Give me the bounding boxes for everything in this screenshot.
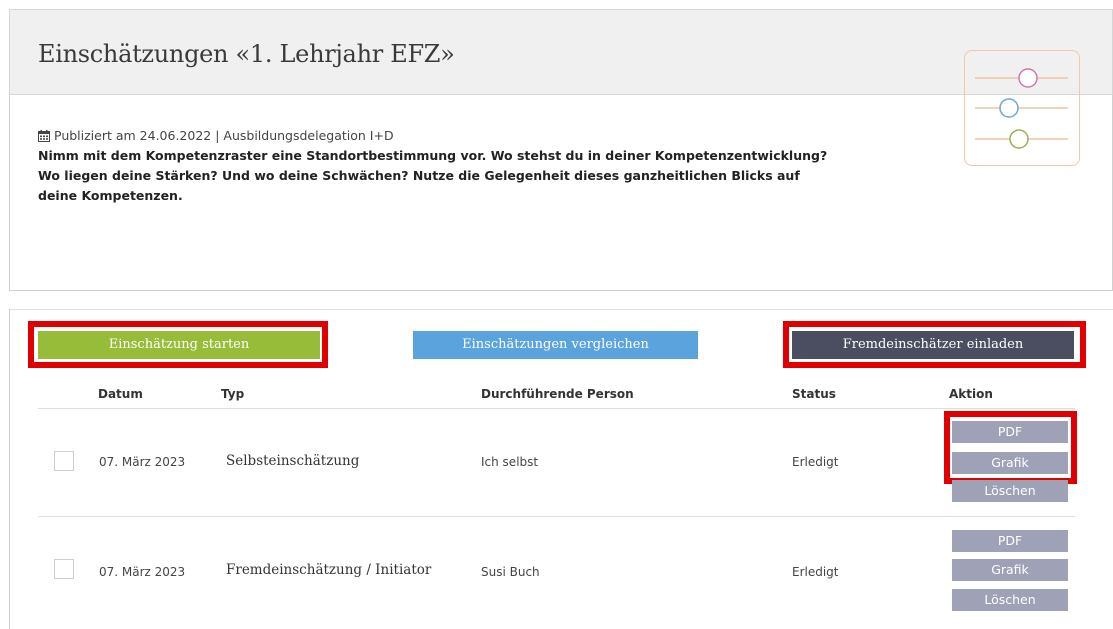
row-type: Fremdeinschätzung / Initiator: [226, 562, 432, 578]
column-header-status: Status: [792, 387, 836, 401]
page-header: Einschätzungen «1. Lehrjahr EFZ»: [9, 9, 1113, 95]
row-checkbox[interactable]: [54, 451, 74, 471]
column-header-date: Datum: [98, 387, 143, 401]
row-checkbox[interactable]: [54, 559, 74, 579]
header-divider: [38, 408, 1075, 409]
row-type: Selbsteinschätzung: [226, 453, 360, 469]
column-header-type: Typ: [221, 387, 245, 401]
pdf-button[interactable]: PDF: [952, 421, 1068, 443]
column-header-person: Durchführende Person: [481, 387, 634, 401]
row-status: Erledigt: [792, 455, 839, 469]
row-person: Ich selbst: [481, 455, 539, 469]
row-date: 07. März 2023: [99, 455, 186, 469]
row-date: 07. März 2023: [99, 565, 186, 579]
description: Nimm mit dem Kompetenzraster eine Stando…: [38, 148, 828, 203]
start-assessment-button[interactable]: Einschätzung starten: [38, 331, 320, 359]
delete-button[interactable]: Löschen: [952, 480, 1068, 502]
compare-assessments-button[interactable]: Einschätzungen vergleichen: [413, 331, 698, 359]
delete-button[interactable]: Löschen: [952, 589, 1068, 611]
row-person: Susi Buch: [481, 565, 540, 579]
publish-meta: Publiziert am 24.06.2022 | Ausbildungsde…: [38, 128, 394, 143]
invite-assessor-button[interactable]: Fremdeinschätzer einladen: [792, 331, 1074, 359]
column-header-action: Aktion: [949, 387, 993, 401]
row-status: Erledigt: [792, 565, 839, 579]
row-divider: [38, 516, 1075, 517]
page-title: Einschätzungen «1. Lehrjahr EFZ»: [38, 40, 455, 68]
info-box: Publiziert am 24.06.2022 | Ausbildungsde…: [9, 95, 1113, 291]
grafik-button[interactable]: Grafik: [952, 559, 1068, 581]
sliders-icon: [964, 50, 1080, 166]
calendar-icon: [38, 129, 50, 142]
grafik-button[interactable]: Grafik: [952, 452, 1068, 474]
publish-text: Publiziert am 24.06.2022 | Ausbildungsde…: [54, 128, 394, 143]
pdf-button[interactable]: PDF: [952, 530, 1068, 552]
